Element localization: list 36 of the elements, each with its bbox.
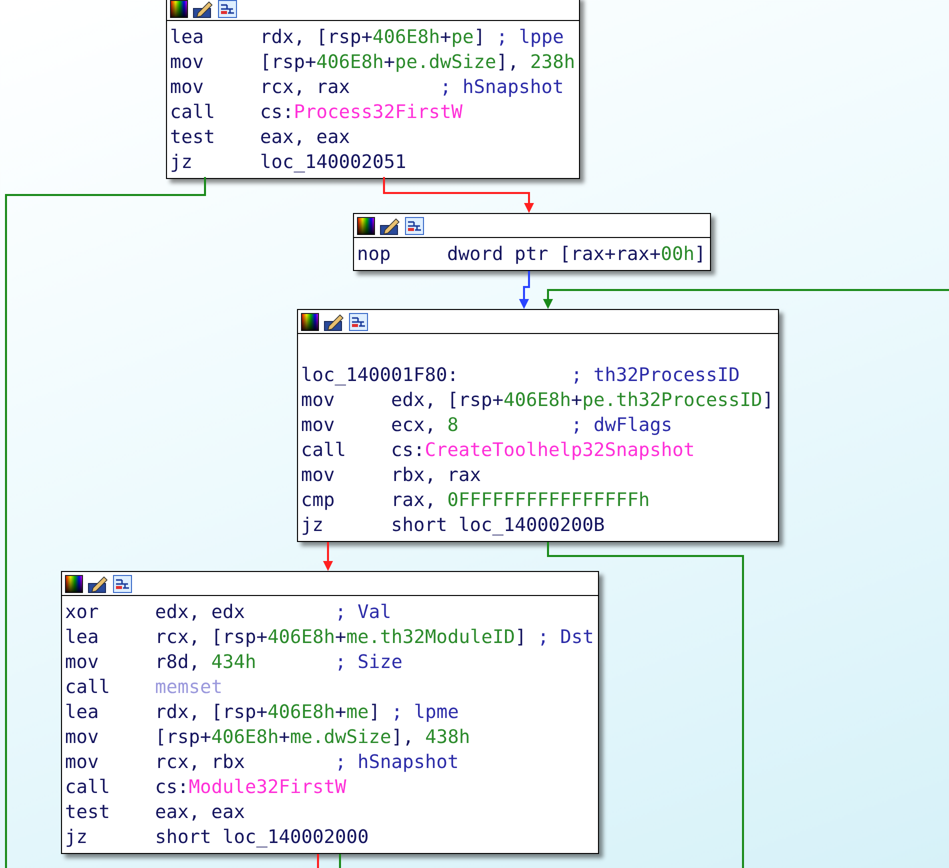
graph-icon[interactable]	[113, 574, 132, 592]
graph-icon[interactable]	[218, 0, 237, 18]
code-line: mov ecx, 8 ; dwFlags	[301, 414, 674, 438]
edit-pencil-icon[interactable]	[193, 0, 213, 18]
edit-pencil-icon[interactable]	[324, 312, 344, 330]
code-line: test eax, eax	[170, 126, 352, 150]
code-line: jz loc_140002051	[170, 151, 408, 175]
code-line: call cs:Module32FirstW	[65, 776, 348, 800]
code-line: call cs:CreateToolhelp32Snapshot	[301, 439, 696, 463]
code-line: call cs:Process32FirstW	[170, 101, 464, 125]
color-palette-icon[interactable]	[301, 312, 319, 330]
code-line: nop dword ptr [rax+rax+00h]	[357, 243, 706, 267]
code-line: loc_140001F80: ; th32ProcessID	[301, 364, 741, 388]
code-line: jz short loc_14000200B	[301, 514, 606, 538]
code-line: lea rcx, [rsp+406E8h+me.th32ModuleID] ; Dst	[65, 626, 594, 650]
color-palette-icon[interactable]	[65, 574, 83, 592]
edit-pencil-icon[interactable]	[380, 216, 400, 234]
code-line: jz short loc_140002000	[65, 826, 370, 850]
code-line: xor edx, edx ; Val	[65, 601, 392, 625]
code-line: mov edx, [rsp+406E8h+pe.th32ProcessID]	[301, 389, 774, 413]
color-palette-icon[interactable]	[357, 216, 375, 234]
code-line: mov rcx, rbx ; hSnapshot	[65, 751, 460, 775]
code-line: mov r8d, 434h ; Size	[65, 651, 404, 675]
code-line: test eax, eax	[65, 801, 246, 825]
graph-icon[interactable]	[349, 312, 368, 330]
graph-icon[interactable]	[405, 216, 424, 234]
code-line: mov rcx, rax ; hSnapshot	[170, 76, 565, 100]
color-palette-icon[interactable]	[170, 0, 188, 18]
code-line: mov rbx, rax	[301, 464, 482, 488]
code-line: lea rdx, [rsp+406E8h+pe] ; lppe	[170, 26, 565, 50]
code-line: cmp rax, 0FFFFFFFFFFFFFFFFh	[301, 489, 651, 513]
code-line: call memset	[65, 676, 224, 700]
code-line: mov [rsp+406E8h+pe.dwSize], 238h	[170, 51, 576, 75]
edit-pencil-icon[interactable]	[88, 574, 108, 592]
code-line: mov [rsp+406E8h+me.dwSize], 438h	[65, 726, 472, 750]
code-line: lea rdx, [rsp+406E8h+me] ; lpme	[65, 701, 460, 725]
